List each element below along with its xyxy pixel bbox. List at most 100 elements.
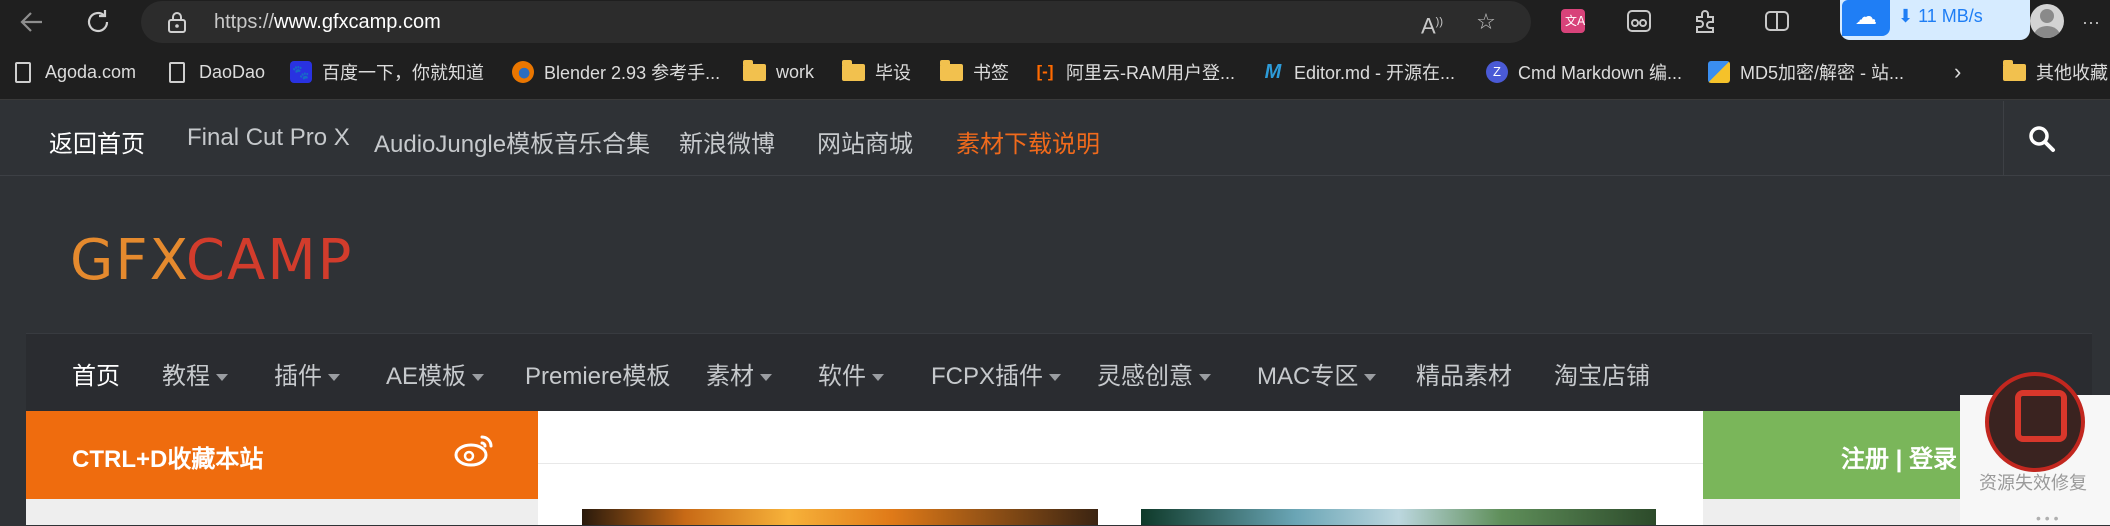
- category-label: 教程: [162, 363, 210, 390]
- nav-link-final-cut[interactable]: Final Cut Pro X: [187, 124, 350, 152]
- category-taobao-shop[interactable]: 淘宝店铺: [1554, 356, 1650, 391]
- category-label: 插件: [274, 363, 322, 390]
- cmd-markdown-icon: Z: [1486, 61, 1508, 83]
- bookmark-label: Blender 2.93 参考手...: [544, 63, 721, 83]
- auth-links: 注册 | 登录: [1841, 439, 1957, 474]
- bookmark-folder[interactable]: 毕设: [842, 58, 911, 86]
- reading-mode-icon[interactable]: [1624, 8, 1654, 36]
- category-label: 软件: [818, 363, 866, 390]
- page-icon: [15, 61, 31, 83]
- extensions-puzzle-icon[interactable]: [1690, 8, 1720, 36]
- resource-fix-label[interactable]: 资源失效修复: [1979, 469, 2087, 495]
- category-inspiration[interactable]: 灵感创意: [1097, 356, 1211, 391]
- post-thumbnail[interactable]: [1141, 509, 1656, 525]
- category-home[interactable]: 首页: [72, 356, 120, 391]
- nav-link-weibo[interactable]: 新浪微博: [679, 124, 775, 159]
- bookmark-item[interactable]: M Editor.md - 开源在...: [1262, 58, 1455, 86]
- profile-avatar[interactable]: [2030, 4, 2064, 38]
- bookmark-item[interactable]: 🐾 百度一下，你就知道: [290, 58, 484, 86]
- aliyun-icon: [-]: [1036, 62, 1054, 81]
- refresh-icon: [87, 10, 109, 33]
- category-software[interactable]: 软件: [818, 356, 884, 391]
- bookmark-item[interactable]: DaoDao: [166, 58, 265, 86]
- bookmark-label: 其他收藏: [2036, 63, 2108, 83]
- bookmark-folder[interactable]: 其他收藏: [2003, 58, 2108, 86]
- bookmark-label: 毕设: [875, 63, 911, 83]
- folder-icon: [2003, 59, 2026, 81]
- site-top-nav: 返回首页 Final Cut Pro X AudioJungle模板音乐合集 新…: [0, 101, 2110, 176]
- bookmark-item[interactable]: Blender 2.93 参考手...: [512, 58, 720, 86]
- category-premiere-templates[interactable]: Premiere模板: [525, 356, 670, 391]
- chevron-down-icon: [1049, 374, 1062, 382]
- category-tutorials[interactable]: 教程: [162, 356, 228, 391]
- nav-link-home[interactable]: 返回首页: [49, 124, 145, 159]
- site-logo[interactable]: GFXCAMP: [70, 228, 353, 293]
- site-search-button[interactable]: [2003, 101, 2078, 176]
- refresh-button[interactable]: [82, 6, 114, 38]
- bookmark-label: Agoda.com: [45, 61, 137, 82]
- bookmark-label: Editor.md - 开源在...: [1294, 63, 1456, 83]
- bookmark-item[interactable]: MD5加密/解密 - 站...: [1708, 58, 1904, 86]
- download-speed-widget[interactable]: ☁ ⬇ 11 MB/s: [1840, 0, 2030, 40]
- translate-icon[interactable]: 文A: [1558, 8, 1588, 36]
- chevron-down-icon: [472, 374, 485, 382]
- bookmark-label: Cmd Markdown 编...: [1518, 63, 1683, 83]
- bookmark-label: DaoDao: [199, 61, 266, 82]
- post-thumbnail[interactable]: [582, 509, 1098, 525]
- bookmark-item[interactable]: Z Cmd Markdown 编...: [1486, 58, 1682, 86]
- category-label: AE模板: [386, 363, 467, 390]
- download-speed-text: ⬇ 11 MB/s: [1898, 6, 1983, 26]
- folder-icon: [743, 59, 766, 81]
- bookmark-item[interactable]: Agoda.com: [12, 58, 136, 86]
- back-button[interactable]: [16, 6, 48, 38]
- nav-link-shop[interactable]: 网站商城: [817, 124, 913, 159]
- bookmarks-bar: Agoda.com DaoDao 🐾 百度一下，你就知道 Blender 2.93…: [0, 44, 2110, 100]
- main-category-nav: 首页 教程 插件 AE模板 Premiere模板 素材 软件 FCPX插件 灵感…: [26, 333, 2092, 411]
- url-text: https://www.gfxcamp.com: [214, 11, 441, 34]
- nav-link-audiojungle[interactable]: AudioJungle模板音乐合集: [374, 124, 650, 159]
- login-link[interactable]: 登录: [1909, 446, 1957, 473]
- category-plugins[interactable]: 插件: [274, 356, 340, 391]
- category-label: 素材: [706, 363, 754, 390]
- logo-text-camp: CAMP: [185, 228, 354, 293]
- browser-toolbar: https://www.gfxcamp.com A)) ☆ 文A ☁ ⬇ 11 …: [0, 0, 2110, 44]
- baidu-netdisk-cloud-icon: ☁: [1842, 0, 1890, 36]
- bookmark-label: 百度一下，你就知道: [322, 63, 484, 83]
- baidu-icon: 🐾: [290, 61, 312, 83]
- bookmarks-overflow-chevron-icon[interactable]: ›: [1954, 58, 1961, 86]
- bookmark-hint-bar: CTRL+D收藏本站: [26, 411, 538, 499]
- url-scheme: https://: [214, 11, 275, 33]
- category-label: MAC专区: [1257, 363, 1359, 390]
- search-icon: [2029, 126, 2055, 152]
- bookmark-label: work: [776, 61, 815, 82]
- split-screen-icon[interactable]: [1762, 8, 1792, 36]
- browser-menu-button[interactable]: ···: [2076, 8, 2106, 36]
- weibo-icon[interactable]: [454, 433, 494, 472]
- folder-icon: [940, 59, 963, 81]
- category-label: FCPX插件: [931, 363, 1044, 390]
- category-fcpx-plugins[interactable]: FCPX插件: [931, 356, 1062, 391]
- divider: [538, 463, 1703, 464]
- category-mac[interactable]: MAC专区: [1257, 356, 1377, 391]
- resource-fix-badge-icon[interactable]: [1985, 372, 2085, 472]
- url-domain: www.gfxcamp.com: [274, 11, 441, 33]
- bookmark-folder[interactable]: work: [743, 58, 814, 86]
- bookmark-item[interactable]: [-] 阿里云-RAM用户登...: [1034, 58, 1236, 86]
- category-assets[interactable]: 素材: [706, 356, 772, 391]
- left-column-background: [26, 499, 538, 525]
- nav-link-download-guide[interactable]: 素材下载说明: [956, 124, 1100, 159]
- read-aloud-icon[interactable]: A)): [1419, 9, 1445, 38]
- favorite-star-icon[interactable]: ☆: [1473, 9, 1499, 35]
- float-widget-more-icon: • • •: [2036, 510, 2059, 526]
- address-bar[interactable]: https://www.gfxcamp.com A)) ☆: [141, 1, 1531, 43]
- auth-separator: |: [1895, 446, 1903, 473]
- bookmark-label: 阿里云-RAM用户登...: [1066, 63, 1235, 83]
- chevron-down-icon: [760, 374, 772, 382]
- editormd-icon: M: [1264, 61, 1282, 83]
- bookmark-folder[interactable]: 书签: [940, 58, 1009, 86]
- md5-icon: [1708, 61, 1730, 83]
- category-ae-templates[interactable]: AE模板: [386, 356, 485, 391]
- arrow-left-icon: [20, 12, 42, 32]
- register-link[interactable]: 注册: [1841, 446, 1889, 473]
- category-premium-assets[interactable]: 精品素材: [1416, 356, 1512, 391]
